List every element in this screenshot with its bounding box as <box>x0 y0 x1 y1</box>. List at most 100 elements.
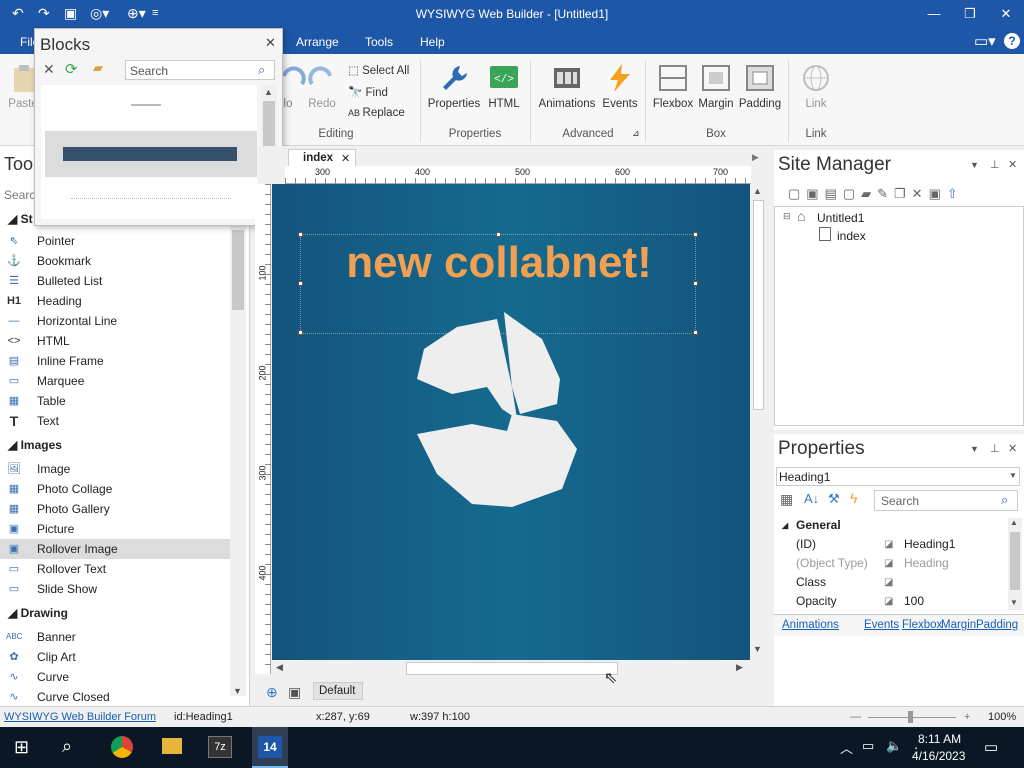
tool-heading[interactable]: H1 Heading <box>0 291 230 311</box>
site-manager-toolbar[interactable]: ▢▣▤▢▰✎❐✕▣⇧ <box>788 186 1018 204</box>
scroll-left-icon[interactable]: ◀ <box>276 662 283 673</box>
link-flexbox[interactable]: Flexbox <box>902 619 942 631</box>
minimize-button[interactable]: — <box>916 3 952 25</box>
volume-icon[interactable]: 🔈 <box>886 738 902 754</box>
property-row[interactable]: Opacity ◪ 100 <box>774 592 1024 611</box>
property-value[interactable]: Heading1 <box>904 535 955 554</box>
chevron-down-icon[interactable]: ▼ <box>1009 471 1017 480</box>
tab-close-icon[interactable]: ✕ <box>341 152 350 165</box>
tool-photo-collage[interactable]: ▦ Photo Collage <box>0 479 230 499</box>
tab-scroll-icon[interactable]: ▶ <box>752 152 759 163</box>
flexbox-button[interactable]: Flexbox <box>650 62 696 110</box>
html-button[interactable]: </> HTML <box>484 62 524 110</box>
property-row[interactable]: (ID) ◪ Heading1 <box>774 535 1024 554</box>
tool-bulleted-list[interactable]: ☰ Bulleted List <box>0 271 230 291</box>
resize-handle[interactable] <box>298 281 303 286</box>
editor-vscroll-thumb[interactable] <box>753 200 764 410</box>
tool-table[interactable]: ▦ Table <box>0 391 230 411</box>
editor-hscrollbar[interactable]: ◀ ▶ <box>272 660 750 677</box>
advanced-launcher-icon[interactable]: ⊿ <box>632 128 640 139</box>
find-button[interactable]: 🔭 Find <box>348 85 388 99</box>
tool-inline-frame[interactable]: ▤ Inline Frame <box>0 351 230 371</box>
category-standard[interactable]: ◢ St <box>8 212 33 226</box>
scroll-up-icon[interactable]: ▲ <box>1010 518 1018 527</box>
editor-hscroll-thumb[interactable] <box>406 662 618 675</box>
toolbox-scroll-thumb[interactable] <box>232 230 244 310</box>
panel-menu-icon[interactable]: ▼ <box>970 160 979 170</box>
breakpoint-default[interactable]: Default <box>313 682 363 700</box>
tool-rollover-text[interactable]: ▭ Rollover Text <box>0 559 230 579</box>
panel-menu-icon[interactable]: ▼ <box>970 444 979 454</box>
resize-handle[interactable] <box>693 330 698 335</box>
zoom-slider-thumb[interactable] <box>908 711 913 723</box>
properties-search-input[interactable]: Search ⌕ <box>874 490 1018 511</box>
pin-icon[interactable]: ⊥ <box>990 158 1000 171</box>
close-button[interactable]: ✕ <box>988 3 1024 25</box>
chrome-icon[interactable] <box>111 736 133 758</box>
link-margin[interactable]: Margin <box>941 619 976 631</box>
network-icon[interactable]: ▭ <box>862 738 874 754</box>
search-icon[interactable]: ⌕ <box>258 62 265 78</box>
tool-text[interactable]: T Text <box>0 411 230 431</box>
link-button[interactable]: Link <box>796 62 836 110</box>
layout-icon[interactable]: ▭▾ <box>974 32 996 50</box>
animations-button[interactable]: Animations <box>536 62 598 110</box>
property-row[interactable]: Class ◪ <box>774 573 1024 592</box>
margin-button[interactable]: Margin <box>696 62 736 110</box>
resize-handle[interactable] <box>298 232 303 237</box>
resize-handle[interactable] <box>298 330 303 335</box>
tree-collapse-icon[interactable]: ⊟ <box>783 211 791 222</box>
properties-scroll-thumb[interactable] <box>1010 532 1020 590</box>
tool-clip-art[interactable]: ✿ Clip Art <box>0 647 230 667</box>
toolbox-search-input[interactable]: Searc <box>4 188 35 202</box>
site-root[interactable]: Untitled1 <box>817 211 864 225</box>
scroll-down-icon[interactable]: ▼ <box>1010 598 1018 607</box>
web-builder-taskbar-button[interactable]: 14 <box>252 727 288 768</box>
link-events[interactable]: Events <box>864 619 899 631</box>
blocks-search-input[interactable]: Search ⌕ <box>125 60 275 80</box>
redo-button[interactable]: Redo <box>304 62 340 110</box>
property-section[interactable]: ◢ General <box>774 516 1024 535</box>
tool-rollover-image[interactable]: ▣ Rollover Image <box>0 539 230 559</box>
link-padding[interactable]: Padding <box>976 619 1018 631</box>
restore-button[interactable]: ❐ <box>952 3 988 25</box>
search-icon[interactable]: ⌕ <box>1001 492 1008 508</box>
link-animations[interactable]: Animations <box>782 619 839 631</box>
zoom-out-icon[interactable]: — <box>850 711 861 723</box>
lightning-icon[interactable]: ϟ <box>850 490 857 506</box>
scroll-right-icon[interactable]: ▶ <box>736 662 743 673</box>
panel-close-icon[interactable]: ✕ <box>1008 442 1017 455</box>
tool-html[interactable]: <> HTML <box>0 331 230 351</box>
site-page-index[interactable]: index <box>837 229 866 243</box>
wrench-icon[interactable]: ⚒ <box>828 491 840 507</box>
page-canvas[interactable]: new collabnet! <box>272 184 750 660</box>
replace-button[interactable]: AB Replace <box>348 107 405 119</box>
delete-icon[interactable]: ✕ <box>43 61 55 78</box>
tool-curve[interactable]: ∿ Curve <box>0 667 230 687</box>
search-icon[interactable]: ⌕ <box>62 736 72 757</box>
block-thumbnail[interactable] <box>71 198 231 199</box>
tool-bookmark[interactable]: ⚓ Bookmark <box>0 251 230 271</box>
scroll-down-icon[interactable]: ▼ <box>233 686 242 696</box>
tool-photo-gallery[interactable]: ▦ Photo Gallery <box>0 499 230 519</box>
blocks-close-icon[interactable]: ✕ <box>265 35 276 51</box>
select-all-button[interactable]: ⬚ Select All <box>348 63 409 77</box>
padding-button[interactable]: Padding <box>738 62 782 110</box>
layout-settings-icon[interactable]: ▣ <box>288 684 301 701</box>
menu-help[interactable]: Help <box>420 35 445 49</box>
block-thumbnail-selected[interactable] <box>45 131 257 177</box>
chevron-up-icon[interactable]: ︿ <box>840 738 853 757</box>
taskbar-time[interactable]: 8:11 AM <box>918 732 961 746</box>
menu-tools[interactable]: Tools <box>365 35 393 49</box>
categorized-icon[interactable]: ▦ <box>780 491 793 508</box>
panel-close-icon[interactable]: ✕ <box>1008 158 1017 171</box>
tool-banner[interactable]: ABC Banner <box>0 627 230 647</box>
resize-handle[interactable] <box>693 281 698 286</box>
events-button[interactable]: Events <box>600 62 640 110</box>
forum-link[interactable]: WYSIWYG Web Builder Forum <box>4 711 156 723</box>
object-selector[interactable]: Heading1 ▼ <box>776 467 1020 486</box>
property-value[interactable]: 100 <box>904 592 924 611</box>
block-thumbnail[interactable] <box>131 104 161 106</box>
category-drawing[interactable]: ◢ Drawing <box>8 606 68 620</box>
scroll-down-icon[interactable]: ▼ <box>753 644 762 654</box>
